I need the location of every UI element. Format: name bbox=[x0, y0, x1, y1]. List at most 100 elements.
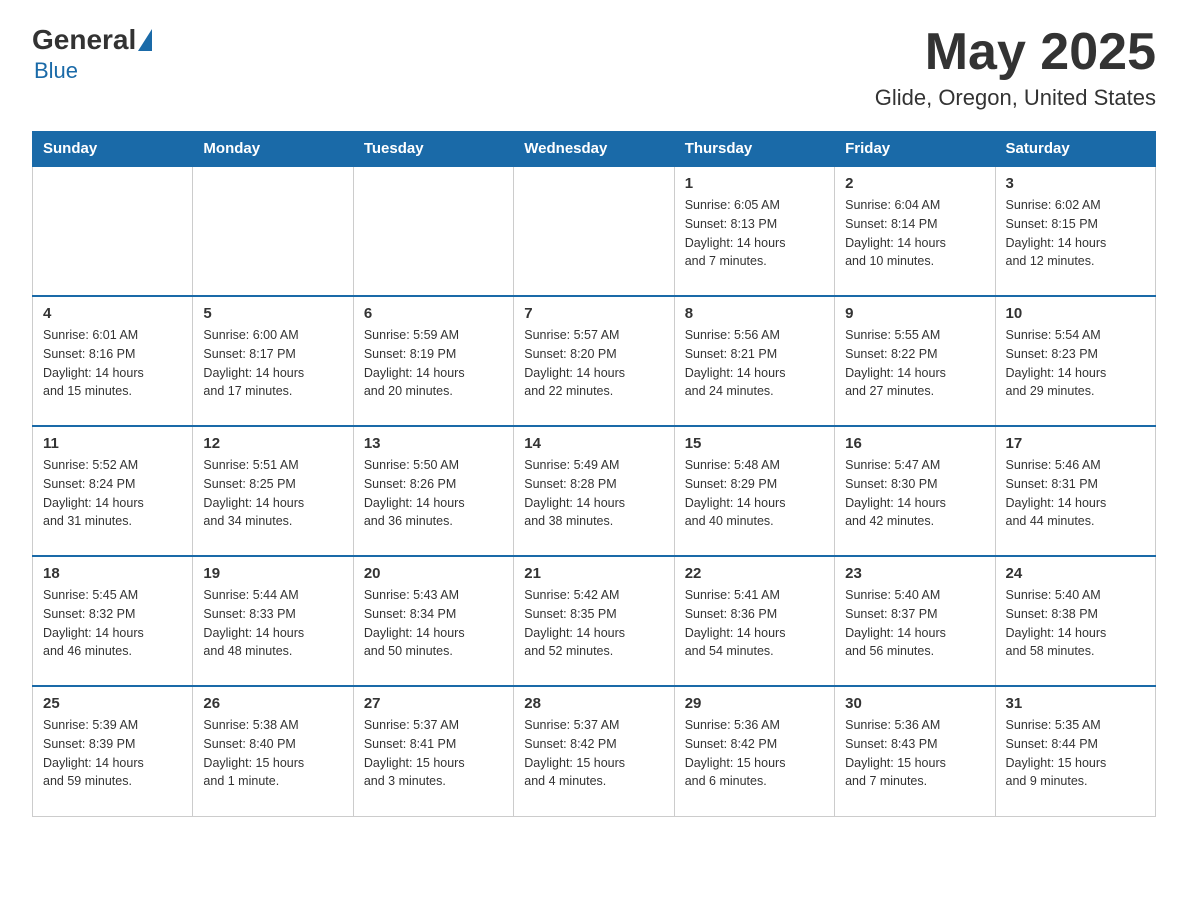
calendar-day-cell: 1 Sunrise: 6:05 AMSunset: 8:13 PMDaylight… bbox=[674, 166, 834, 296]
day-info: Sunrise: 5:36 AMSunset: 8:43 PMDaylight:… bbox=[845, 716, 984, 791]
calendar-day-cell: 16Sunrise: 5:47 AMSunset: 8:30 PMDayligh… bbox=[835, 426, 995, 556]
calendar-day-cell: 30 Sunrise: 5:36 AMSunset: 8:43 PMDayligh… bbox=[835, 686, 995, 816]
day-number: 1 bbox=[685, 175, 824, 192]
calendar-day-cell: 19 Sunrise: 5:44 AMSunset: 8:33 PMDayligh… bbox=[193, 556, 353, 686]
calendar-week-row: 18 Sunrise: 5:45 AMSunset: 8:32 PMDayligh… bbox=[33, 556, 1156, 686]
day-info: Sunrise: 5:37 AMSunset: 8:41 PMDaylight:… bbox=[364, 716, 503, 791]
day-number: 31 bbox=[1006, 695, 1145, 712]
day-number: 3 bbox=[1006, 175, 1145, 192]
day-info: Sunrise: 5:41 AMSunset: 8:36 PMDaylight:… bbox=[685, 586, 824, 661]
day-info: Sunrise: 5:44 AMSunset: 8:33 PMDaylight:… bbox=[203, 586, 342, 661]
calendar-week-row: 25 Sunrise: 5:39 AMSunset: 8:39 PMDayligh… bbox=[33, 686, 1156, 816]
day-number: 7 bbox=[524, 305, 663, 322]
calendar-empty-cell bbox=[33, 166, 193, 296]
day-info: Sunrise: 5:46 AMSunset: 8:31 PMDaylight:… bbox=[1006, 456, 1145, 531]
day-number: 28 bbox=[524, 695, 663, 712]
calendar-day-cell: 21 Sunrise: 5:42 AMSunset: 8:35 PMDayligh… bbox=[514, 556, 674, 686]
day-info: Sunrise: 5:38 AMSunset: 8:40 PMDaylight:… bbox=[203, 716, 342, 791]
calendar-day-header: Thursday bbox=[674, 132, 834, 167]
calendar-day-header: Friday bbox=[835, 132, 995, 167]
logo-blue-text: Blue bbox=[34, 58, 78, 84]
calendar-day-cell: 11 Sunrise: 5:52 AMSunset: 8:24 PMDayligh… bbox=[33, 426, 193, 556]
calendar-day-cell: 7 Sunrise: 5:57 AMSunset: 8:20 PMDaylight… bbox=[514, 296, 674, 426]
page-header: General Blue May 2025 Glide, Oregon, Uni… bbox=[32, 24, 1156, 111]
calendar-week-row: 1 Sunrise: 6:05 AMSunset: 8:13 PMDaylight… bbox=[33, 166, 1156, 296]
calendar-day-header: Sunday bbox=[33, 132, 193, 167]
calendar-day-cell: 6 Sunrise: 5:59 AMSunset: 8:19 PMDaylight… bbox=[353, 296, 513, 426]
day-number: 16 bbox=[845, 435, 984, 452]
day-info: Sunrise: 5:36 AMSunset: 8:42 PMDaylight:… bbox=[685, 716, 824, 791]
calendar-day-header: Monday bbox=[193, 132, 353, 167]
day-info: Sunrise: 6:01 AMSunset: 8:16 PMDaylight:… bbox=[43, 326, 182, 401]
day-info: Sunrise: 5:55 AMSunset: 8:22 PMDaylight:… bbox=[845, 326, 984, 401]
day-info: Sunrise: 5:54 AMSunset: 8:23 PMDaylight:… bbox=[1006, 326, 1145, 401]
calendar-week-row: 11 Sunrise: 5:52 AMSunset: 8:24 PMDayligh… bbox=[33, 426, 1156, 556]
month-title: May 2025 bbox=[875, 24, 1156, 81]
day-number: 22 bbox=[685, 565, 824, 582]
calendar-day-cell: 4 Sunrise: 6:01 AMSunset: 8:16 PMDaylight… bbox=[33, 296, 193, 426]
day-info: Sunrise: 5:52 AMSunset: 8:24 PMDaylight:… bbox=[43, 456, 182, 531]
day-number: 19 bbox=[203, 565, 342, 582]
day-info: Sunrise: 5:45 AMSunset: 8:32 PMDaylight:… bbox=[43, 586, 182, 661]
calendar-day-cell: 26 Sunrise: 5:38 AMSunset: 8:40 PMDayligh… bbox=[193, 686, 353, 816]
logo-triangle-icon bbox=[138, 29, 152, 51]
calendar-header-row: SundayMondayTuesdayWednesdayThursdayFrid… bbox=[33, 132, 1156, 167]
day-number: 4 bbox=[43, 305, 182, 322]
day-info: Sunrise: 5:42 AMSunset: 8:35 PMDaylight:… bbox=[524, 586, 663, 661]
day-number: 29 bbox=[685, 695, 824, 712]
calendar-day-cell: 3 Sunrise: 6:02 AMSunset: 8:15 PMDaylight… bbox=[995, 166, 1155, 296]
calendar-table: SundayMondayTuesdayWednesdayThursdayFrid… bbox=[32, 131, 1156, 817]
location-title: Glide, Oregon, United States bbox=[875, 85, 1156, 111]
day-info: Sunrise: 5:50 AMSunset: 8:26 PMDaylight:… bbox=[364, 456, 503, 531]
calendar-day-cell: 10 Sunrise: 5:54 AMSunset: 8:23 PMDayligh… bbox=[995, 296, 1155, 426]
calendar-day-cell: 12Sunrise: 5:51 AMSunset: 8:25 PMDayligh… bbox=[193, 426, 353, 556]
day-info: Sunrise: 5:59 AMSunset: 8:19 PMDaylight:… bbox=[364, 326, 503, 401]
calendar-day-cell: 31Sunrise: 5:35 AMSunset: 8:44 PMDayligh… bbox=[995, 686, 1155, 816]
calendar-day-header: Saturday bbox=[995, 132, 1155, 167]
day-number: 14 bbox=[524, 435, 663, 452]
day-info: Sunrise: 5:57 AMSunset: 8:20 PMDaylight:… bbox=[524, 326, 663, 401]
calendar-day-cell: 25 Sunrise: 5:39 AMSunset: 8:39 PMDayligh… bbox=[33, 686, 193, 816]
day-info: Sunrise: 6:02 AMSunset: 8:15 PMDaylight:… bbox=[1006, 196, 1145, 271]
day-number: 24 bbox=[1006, 565, 1145, 582]
day-number: 21 bbox=[524, 565, 663, 582]
calendar-day-cell: 23Sunrise: 5:40 AMSunset: 8:37 PMDayligh… bbox=[835, 556, 995, 686]
day-number: 11 bbox=[43, 435, 182, 452]
day-number: 18 bbox=[43, 565, 182, 582]
day-number: 8 bbox=[685, 305, 824, 322]
day-info: Sunrise: 5:40 AMSunset: 8:38 PMDaylight:… bbox=[1006, 586, 1145, 661]
day-info: Sunrise: 5:49 AMSunset: 8:28 PMDaylight:… bbox=[524, 456, 663, 531]
day-info: Sunrise: 5:39 AMSunset: 8:39 PMDaylight:… bbox=[43, 716, 182, 791]
calendar-empty-cell bbox=[193, 166, 353, 296]
calendar-day-cell: 15Sunrise: 5:48 AMSunset: 8:29 PMDayligh… bbox=[674, 426, 834, 556]
day-number: 25 bbox=[43, 695, 182, 712]
calendar-week-row: 4 Sunrise: 6:01 AMSunset: 8:16 PMDaylight… bbox=[33, 296, 1156, 426]
calendar-day-cell: 29 Sunrise: 5:36 AMSunset: 8:42 PMDayligh… bbox=[674, 686, 834, 816]
day-info: Sunrise: 5:56 AMSunset: 8:21 PMDaylight:… bbox=[685, 326, 824, 401]
calendar-day-cell: 14 Sunrise: 5:49 AMSunset: 8:28 PMDayligh… bbox=[514, 426, 674, 556]
day-number: 27 bbox=[364, 695, 503, 712]
logo-general-text: General bbox=[32, 24, 136, 56]
day-number: 12 bbox=[203, 435, 342, 452]
day-number: 9 bbox=[845, 305, 984, 322]
logo: General Blue bbox=[32, 24, 154, 84]
day-info: Sunrise: 6:05 AMSunset: 8:13 PMDaylight:… bbox=[685, 196, 824, 271]
calendar-day-header: Wednesday bbox=[514, 132, 674, 167]
calendar-day-cell: 27 Sunrise: 5:37 AMSunset: 8:41 PMDayligh… bbox=[353, 686, 513, 816]
day-number: 10 bbox=[1006, 305, 1145, 322]
day-number: 17 bbox=[1006, 435, 1145, 452]
day-number: 2 bbox=[845, 175, 984, 192]
day-number: 20 bbox=[364, 565, 503, 582]
day-info: Sunrise: 5:37 AMSunset: 8:42 PMDaylight:… bbox=[524, 716, 663, 791]
calendar-empty-cell bbox=[353, 166, 513, 296]
day-info: Sunrise: 5:48 AMSunset: 8:29 PMDaylight:… bbox=[685, 456, 824, 531]
day-number: 26 bbox=[203, 695, 342, 712]
calendar-day-cell: 5Sunrise: 6:00 AMSunset: 8:17 PMDaylight… bbox=[193, 296, 353, 426]
day-number: 6 bbox=[364, 305, 503, 322]
day-number: 5 bbox=[203, 305, 342, 322]
day-info: Sunrise: 6:04 AMSunset: 8:14 PMDaylight:… bbox=[845, 196, 984, 271]
calendar-day-cell: 24 Sunrise: 5:40 AMSunset: 8:38 PMDayligh… bbox=[995, 556, 1155, 686]
calendar-day-cell: 18 Sunrise: 5:45 AMSunset: 8:32 PMDayligh… bbox=[33, 556, 193, 686]
day-number: 30 bbox=[845, 695, 984, 712]
title-block: May 2025 Glide, Oregon, United States bbox=[875, 24, 1156, 111]
